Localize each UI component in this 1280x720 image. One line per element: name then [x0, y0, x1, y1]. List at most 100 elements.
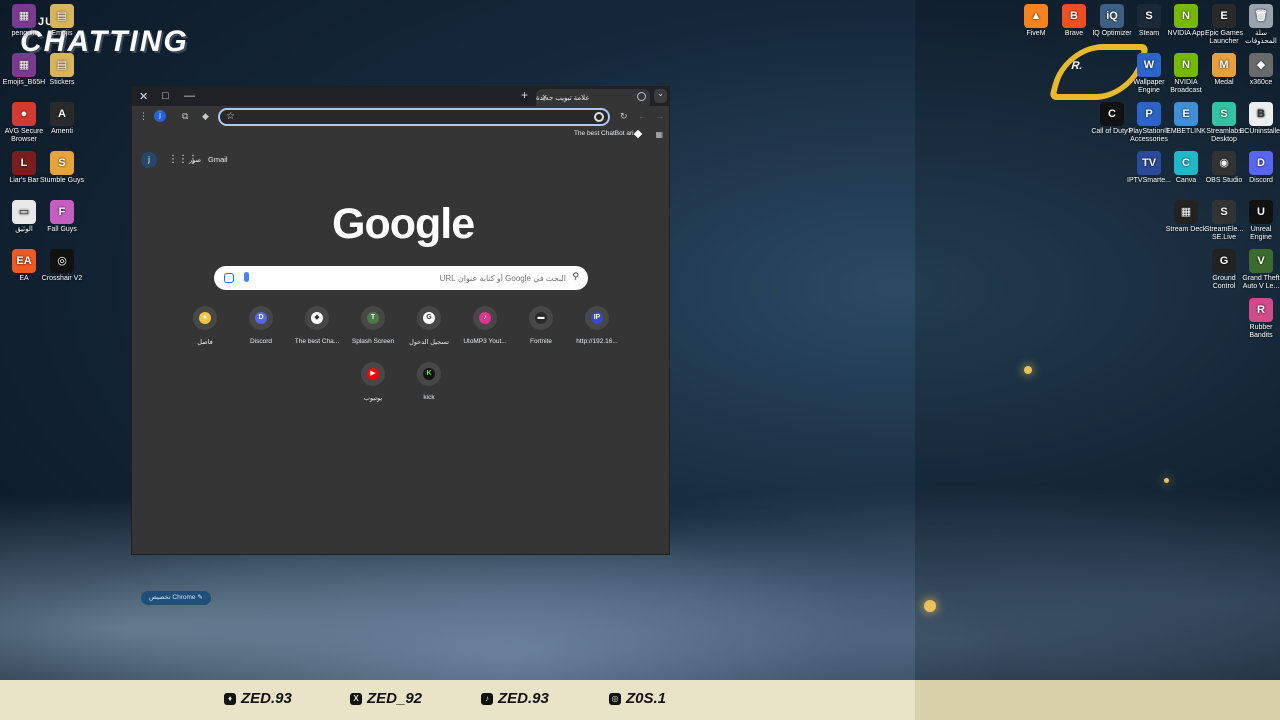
avg-secure-browser-icon: ●: [12, 102, 36, 126]
wallpaper-glow: [924, 600, 936, 612]
shortcut-tile[interactable]: ▶ يوتيوب: [345, 362, 401, 402]
reload-icon[interactable]: ↻: [620, 111, 628, 122]
shortcut-tile[interactable]: T Splash Screen: [345, 306, 401, 345]
desktop-icon-label: x360ce: [1249, 79, 1273, 86]
shortcut-favicon-circle: IP: [585, 306, 609, 330]
shortcut-tile[interactable]: ▬ Fortnite: [513, 306, 569, 345]
desktop-icon-unreal-engine[interactable]: U Unreal Engine: [1239, 200, 1280, 242]
shortcut-tile[interactable]: Kkick: [401, 362, 457, 401]
desktop-icon-emojis[interactable]: ▤ Emojis: [40, 4, 84, 38]
desktop-icon-label: Discord: [1249, 177, 1273, 184]
account-avatar[interactable]: j: [141, 152, 157, 168]
social-handle: ◎ Z0S.1: [609, 690, 666, 707]
desktop-icon-fall-guys[interactable]: F Fall Guys: [40, 200, 84, 234]
shortcut-favicon-circle: D: [249, 306, 273, 330]
stickers-icon: ▤: [50, 53, 74, 77]
forward-icon[interactable]: ←: [638, 111, 647, 121]
window-minimize-button[interactable]: —: [184, 90, 195, 102]
shortcut-tile[interactable]: IP http://192.16...: [569, 306, 625, 345]
item-favicon-icon: ●: [199, 312, 211, 324]
voice-search-icon[interactable]: [244, 272, 249, 282]
profile-button[interactable]: j: [154, 110, 166, 122]
desktop-icon-item[interactable]: 🗑 سلة المحذوفات: [1239, 4, 1280, 46]
desktop-icon-discord[interactable]: D Discord: [1239, 151, 1280, 185]
desktop-icon-label: BCUninstaller: [1239, 128, 1280, 135]
address-input[interactable]: [240, 110, 580, 124]
google-lens-icon[interactable]: [594, 112, 604, 122]
customize-label: تخصيص Chrome: [149, 594, 196, 601]
tab-strip: ✕ □ — + × علامة تبويب جديدة ⌄: [132, 87, 669, 106]
extensions-icon[interactable]: ⧉: [182, 111, 188, 122]
chrome-window: ✕ □ — + × علامة تبويب جديدة ⌄ ⋮ j ⧉ ◆ ☆ …: [131, 86, 670, 605]
customize-chrome-button[interactable]: تخصيص Chrome ✎: [141, 591, 211, 605]
shortcut-tile[interactable]: G تسجيل الدخول: [401, 306, 457, 346]
tiktok-icon: ♪: [481, 692, 493, 705]
shortcut-favicon-circle: ▬: [529, 306, 553, 330]
desktop-icon-stickers[interactable]: ▤ Stickers: [40, 53, 84, 87]
new-tab-button[interactable]: +: [521, 88, 528, 102]
social-bar-right: [915, 680, 1280, 720]
shortcut-tile[interactable]: ◆ The best Cha...: [289, 306, 345, 345]
ea-icon: EA: [12, 249, 36, 273]
gmail-link[interactable]: Gmail: [208, 155, 228, 164]
discord-icon: D: [1249, 151, 1273, 175]
google-lens-icon[interactable]: [224, 273, 234, 283]
tab-close-button[interactable]: ×: [542, 92, 547, 102]
search-input[interactable]: [264, 268, 566, 288]
shortcut-favicon-circle: ▶: [361, 362, 385, 386]
desktop-icon-x360ce[interactable]: ◆ x360ce: [1239, 53, 1280, 87]
brave-icon: B: [1062, 4, 1086, 28]
bookmark-star-icon[interactable]: ☆: [226, 111, 235, 122]
ntp-search-box[interactable]: ⚲: [214, 266, 588, 290]
call-of-duty-icon: C: [1100, 102, 1124, 126]
desktop-icon-rubber-bandits[interactable]: R Rubber Bandits: [1239, 298, 1280, 340]
amenti-icon: A: [50, 102, 74, 126]
new-tab-page: j ⋮⋮⋮ صور Gmail Google ⚲ ● فاصل D Discord ◆ T…: [132, 144, 669, 605]
shortcut-tile[interactable]: D Discord: [233, 306, 289, 345]
obs-studio-icon: ◉: [1212, 151, 1236, 175]
desktop-icon-label: Emojis: [51, 30, 73, 37]
all-bookmarks-icon[interactable]: ▦: [655, 130, 663, 139]
penguin-icon: ▦: [12, 4, 36, 28]
desktop-icon-label: Stickers: [49, 79, 75, 86]
shortcut-favicon-circle: ♪: [473, 306, 497, 330]
instagram-icon: ◎: [609, 692, 621, 705]
item-icon: 🗑: [1249, 4, 1273, 28]
menu-dots-icon[interactable]: ⋮: [139, 111, 148, 122]
emojis-icon: ▤: [50, 4, 74, 28]
wallpaper-engine-icon: W: [1137, 53, 1161, 77]
shortcut-favicon-circle: T: [361, 306, 385, 330]
badge-text: R.: [1070, 60, 1085, 72]
omnibox[interactable]: ☆: [218, 108, 610, 126]
social-bar: ♦ ZED.93 X ZED_92 ♪ ZED.93 ◎ Z0S.1: [0, 680, 1280, 720]
ntp-header: j ⋮⋮⋮ صور Gmail: [132, 152, 669, 170]
desktop-icon-bcuninstaller[interactable]: B BCUninstaller: [1239, 102, 1280, 136]
desktop-icon-amenti[interactable]: A Amenti: [40, 102, 84, 136]
chatbot-extension-icon[interactable]: ◆: [202, 111, 209, 122]
tab-new-tab[interactable]: × علامة تبويب جديدة: [536, 89, 650, 106]
window-maximize-button[interactable]: □: [162, 90, 169, 102]
bookmarks-bar: The best ChatBot ari... ▦: [132, 128, 669, 144]
grand-theft-auto-v-le-icon: V: [1249, 249, 1273, 273]
desktop-icon-stumble-guys[interactable]: S Stumble Guys: [40, 151, 84, 185]
desktop-icon-crosshair-v2[interactable]: ◎ Crosshair V2: [40, 249, 84, 283]
shortcut-tile[interactable]: ♪ UtoMP3 Yout...: [457, 306, 513, 345]
back-icon[interactable]: →: [655, 111, 664, 121]
unreal-engine-icon: U: [1249, 200, 1273, 224]
window-close-button[interactable]: ✕: [139, 90, 148, 103]
shortcut-label: UtoMP3 Yout...: [463, 338, 507, 345]
social-handle: ♪ ZED.93: [481, 690, 549, 707]
liar-s-bar-icon: L: [12, 151, 36, 175]
bookmark-chatbot[interactable]: The best ChatBot ari...: [574, 130, 639, 137]
shortcut-tile[interactable]: ● فاصل: [177, 306, 233, 346]
streamele-se-live-icon: S: [1212, 200, 1236, 224]
desktop-icon-grand-theft-auto-v-le[interactable]: V Grand Theft Auto V Le...: [1239, 249, 1280, 291]
item-icon: ▭: [12, 200, 36, 224]
images-link[interactable]: صور: [189, 156, 201, 164]
crosshair-v2-icon: ◎: [50, 249, 74, 273]
nvidia-broadcast-icon: N: [1174, 53, 1198, 77]
desktop-icon-label: Unreal Engine: [1250, 226, 1272, 241]
iq-optimizer-icon: iQ: [1100, 4, 1124, 28]
shortcut-label: http://192.16...: [576, 338, 618, 345]
tab-search-button[interactable]: ⌄: [654, 89, 667, 103]
